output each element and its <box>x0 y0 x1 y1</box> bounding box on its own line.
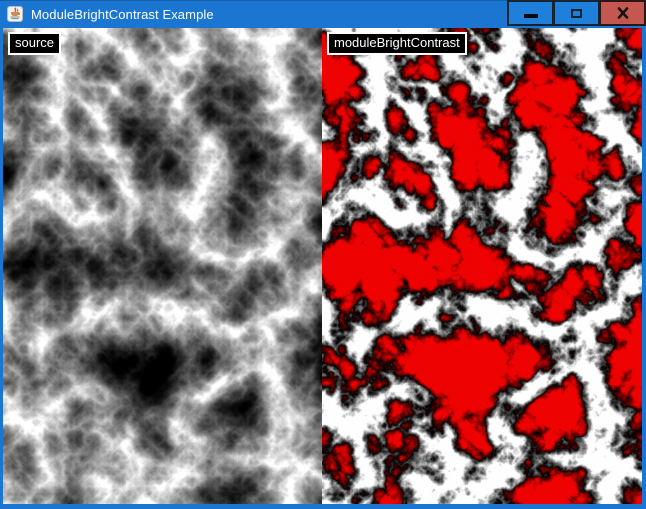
window-controls <box>507 0 646 26</box>
minimize-button[interactable] <box>507 0 554 26</box>
client-area: source moduleBrightContrast <box>3 28 642 504</box>
module-bright-contrast-image <box>322 28 642 504</box>
panel-module: moduleBrightContrast <box>322 28 642 504</box>
panel-source: source <box>3 28 322 504</box>
title-bar[interactable]: ModuleBrightContrast Example <box>0 0 646 28</box>
minimize-icon <box>524 14 538 18</box>
app-window: ModuleBrightContrast Example source modu… <box>0 0 646 509</box>
java-coffee-cup-icon <box>7 6 23 22</box>
module-label: moduleBrightContrast <box>327 32 467 55</box>
maximize-icon <box>571 9 582 18</box>
maximize-button[interactable] <box>553 0 600 26</box>
source-label: source <box>8 32 61 55</box>
close-button[interactable] <box>599 0 646 26</box>
source-noise-image <box>3 28 322 504</box>
close-icon <box>617 7 629 19</box>
window-title: ModuleBrightContrast Example <box>31 7 214 22</box>
